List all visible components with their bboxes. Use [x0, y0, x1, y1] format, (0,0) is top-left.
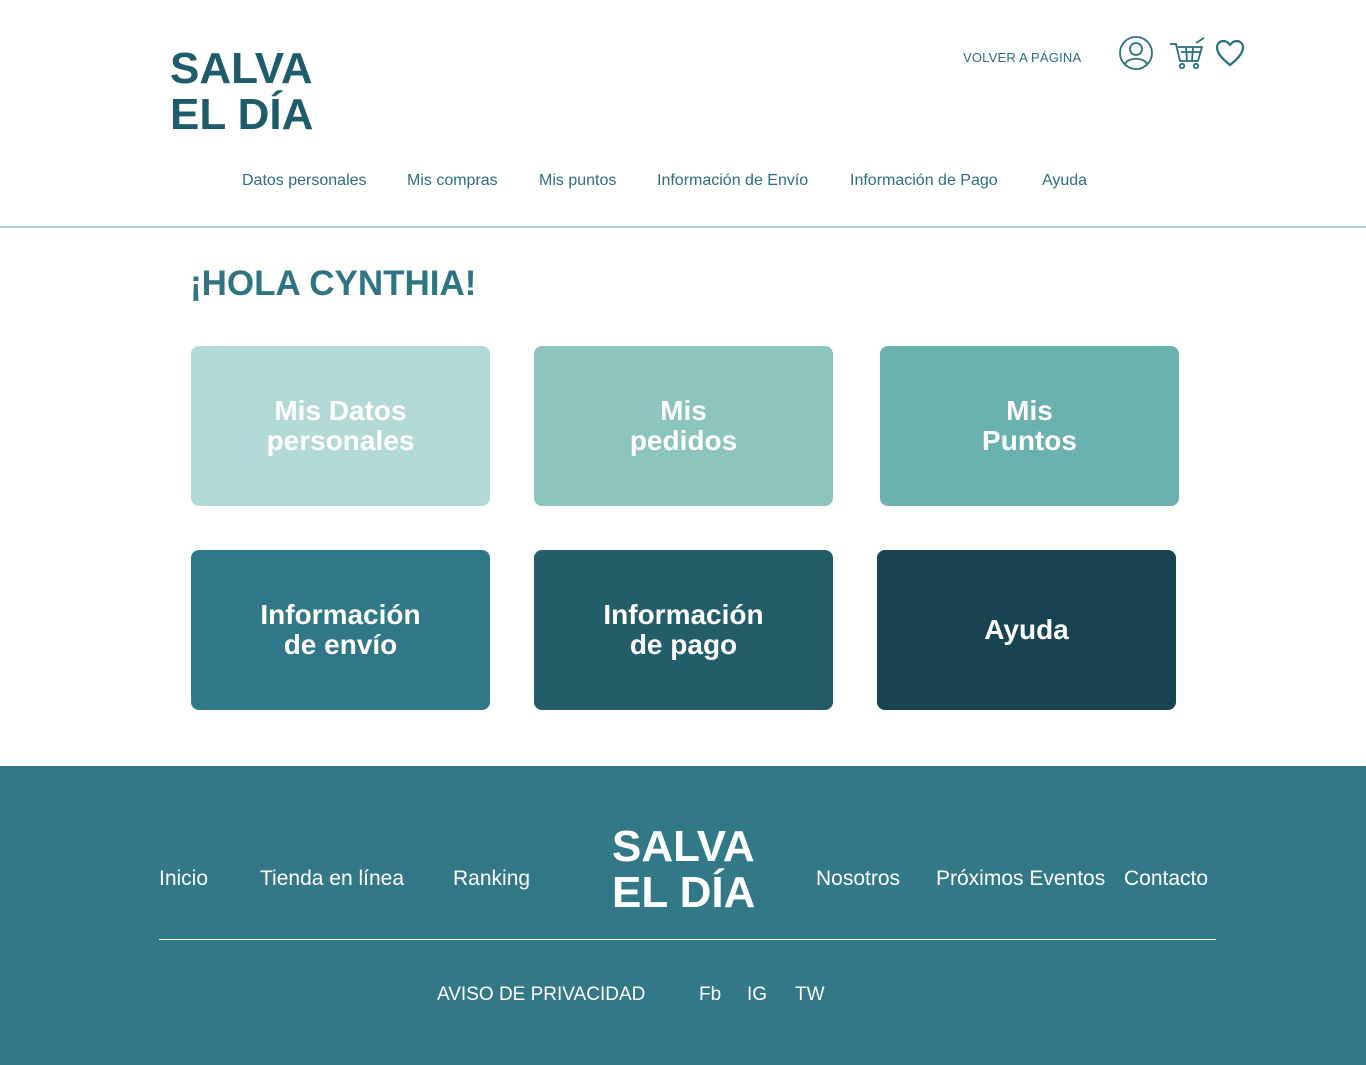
heart-icon[interactable] — [1211, 34, 1249, 72]
social-link-facebook[interactable]: Fb — [699, 984, 721, 1006]
card-label-line-2: personales — [266, 425, 415, 456]
card-label-line-2: de pago — [629, 629, 738, 660]
site-header: SALVA EL DÍA VOLVER A PÁGINA Datos perso… — [0, 0, 1366, 228]
card-informacion-pago[interactable]: Información de pago — [534, 550, 833, 710]
nav-item-mis-puntos[interactable]: Mis puntos — [539, 172, 616, 190]
card-label-line-1: Información — [260, 599, 421, 630]
greeting-heading: ¡HOLA CYNTHIA! — [190, 264, 477, 303]
footer-divider — [159, 939, 1216, 940]
logo-line-2: EL DÍA — [170, 90, 314, 139]
back-to-page-link[interactable]: VOLVER A PÁGINA — [963, 50, 1081, 65]
nav-item-ayuda[interactable]: Ayuda — [1042, 172, 1087, 190]
nav-item-mis-compras[interactable]: Mis compras — [407, 172, 498, 190]
logo[interactable]: SALVA EL DÍA — [170, 46, 313, 138]
footer-link-proximos-eventos[interactable]: Próximos Eventos — [936, 867, 1105, 891]
nav-item-datos-personales[interactable]: Datos personales — [242, 172, 367, 190]
card-label-line-2: de envío — [283, 629, 398, 660]
site-footer: Inicio Tienda en línea Ranking SALVA EL … — [0, 766, 1366, 1065]
card-mis-datos-personales[interactable]: Mis Datos personales — [191, 346, 490, 506]
card-informacion-envio[interactable]: Información de envío — [191, 550, 490, 710]
footer-link-nosotros[interactable]: Nosotros — [816, 867, 900, 891]
card-label: Ayuda — [984, 615, 1069, 645]
footer-link-contacto[interactable]: Contacto — [1124, 867, 1208, 891]
footer-logo-line-2: EL DÍA — [612, 868, 756, 917]
card-label-line-1: Información — [603, 599, 764, 630]
card-label: Mis Puntos — [982, 396, 1077, 456]
card-label: Mis Datos personales — [267, 396, 415, 456]
card-mis-pedidos[interactable]: Mis pedidos — [534, 346, 833, 506]
account-nav: Datos personales Mis compras Mis puntos … — [0, 172, 1366, 196]
card-ayuda[interactable]: Ayuda — [877, 550, 1176, 710]
footer-link-inicio[interactable]: Inicio — [159, 867, 208, 891]
logo-line-1: SALVA — [170, 44, 313, 93]
footer-link-tienda[interactable]: Tienda en línea — [260, 867, 404, 891]
footer-logo[interactable]: SALVA EL DÍA — [612, 824, 755, 916]
card-label-line-2: Puntos — [982, 425, 1077, 456]
nav-item-informacion-pago[interactable]: Información de Pago — [850, 172, 998, 190]
card-mis-puntos[interactable]: Mis Puntos — [880, 346, 1179, 506]
card-label-line-1: Mis — [1006, 395, 1053, 426]
card-label-line-1: Ayuda — [984, 614, 1069, 645]
card-label-line-2: pedidos — [629, 425, 738, 456]
cart-icon[interactable] — [1168, 34, 1206, 72]
card-label: Información de pago — [603, 600, 763, 660]
card-label-line-1: Mis — [660, 395, 707, 426]
footer-link-ranking[interactable]: Ranking — [453, 867, 530, 891]
nav-item-informacion-envio[interactable]: Información de Envío — [657, 172, 808, 190]
card-label: Información de envío — [260, 600, 420, 660]
social-link-instagram[interactable]: IG — [747, 984, 767, 1006]
privacy-notice-link[interactable]: AVISO DE PRIVACIDAD — [437, 984, 645, 1006]
social-link-twitter[interactable]: TW — [795, 984, 825, 1006]
card-label: Mis pedidos — [630, 396, 737, 456]
footer-logo-line-1: SALVA — [612, 822, 755, 871]
user-icon[interactable] — [1117, 34, 1155, 72]
card-label-line-1: Mis Datos — [274, 395, 407, 426]
